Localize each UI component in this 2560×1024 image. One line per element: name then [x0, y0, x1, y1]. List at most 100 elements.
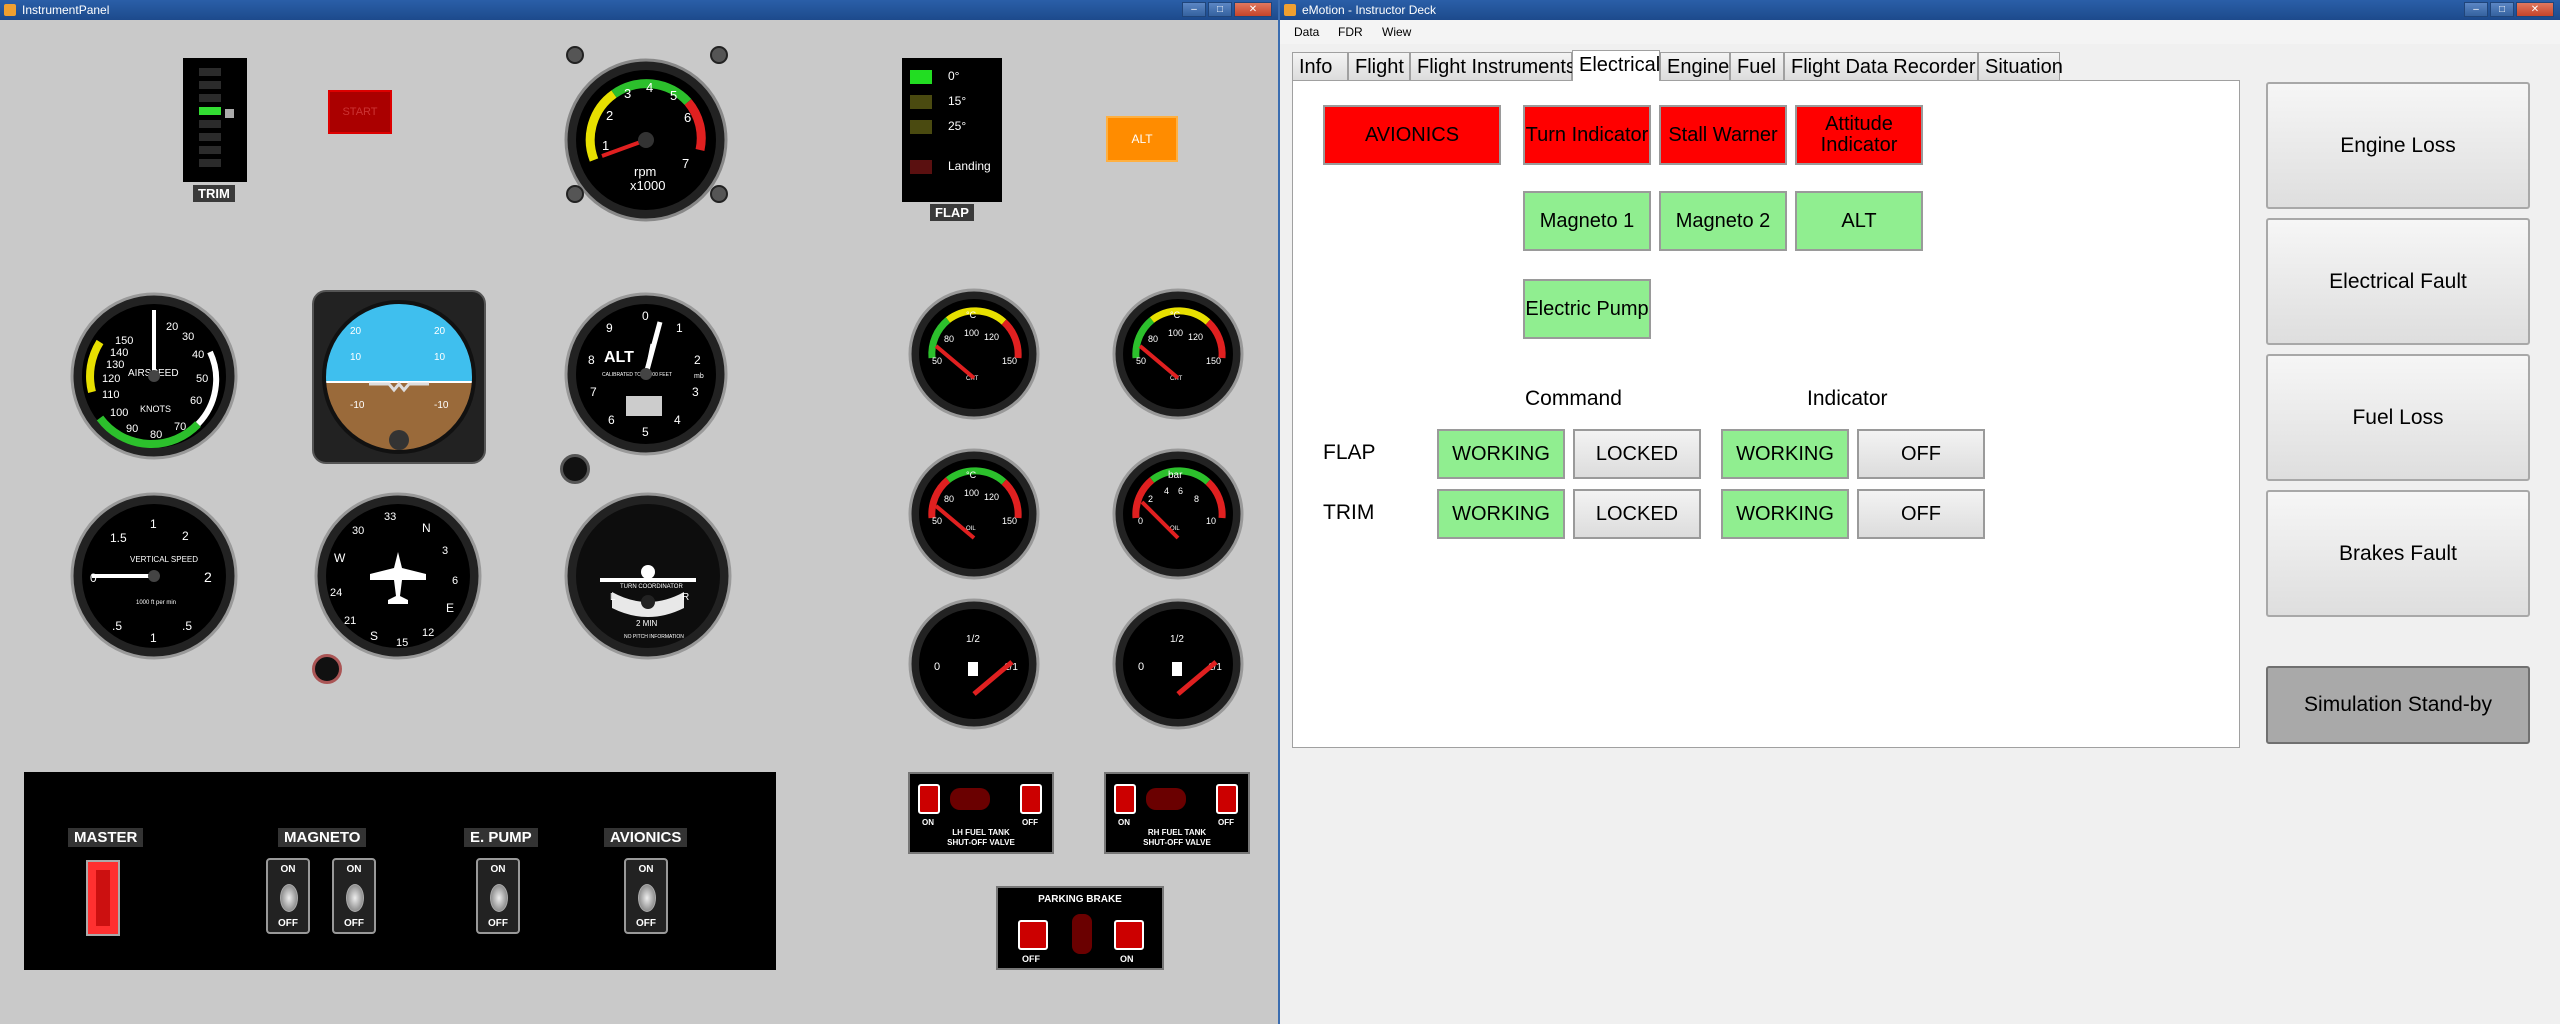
rpm-tick-3: 3 [624, 86, 631, 101]
attitude-indicator-fault-button[interactable]: Attitude Indicator [1795, 105, 1923, 165]
asi-tick: 40 [192, 349, 204, 361]
tab-engine[interactable]: Engine [1660, 52, 1730, 80]
flap-0: 0° [948, 69, 960, 83]
tab-fuel[interactable]: Fuel [1730, 52, 1784, 80]
valve-lamp [1146, 788, 1186, 810]
lh-fuel-valve[interactable]: ON OFF LH FUEL TANK SHUT-OFF VALVE [908, 772, 1054, 854]
instrument-panel: TRIM START 1 2 3 4 5 6 7 rpm x1000 0° 15… [0, 20, 1278, 1024]
magneto-switch-1[interactable]: ON OFF [266, 858, 310, 934]
flap-25: 25° [948, 119, 967, 133]
rh-fuel-valve[interactable]: ON OFF RH FUEL TANK SHUT-OFF VALVE [1104, 772, 1250, 854]
cht-gauge-1: °C 50 80 100 120 150 CHT [908, 288, 1040, 420]
fuel-gauge-right: 0 1/2 1/1 [1112, 598, 1244, 730]
rh-valve-off: OFF [1218, 818, 1234, 827]
alt-button[interactable]: ALT [1795, 191, 1923, 251]
flap-indicator[interactable]: 0° 15° 25° Landing [902, 58, 1002, 202]
epump-label: E. PUMP [464, 828, 538, 847]
altimeter-knob[interactable] [560, 454, 590, 484]
svg-text:120: 120 [984, 332, 999, 342]
screw-icon [710, 46, 728, 64]
tab-info[interactable]: Info [1292, 52, 1348, 80]
trim-indicator-off-button[interactable]: OFF [1857, 489, 1985, 539]
svg-text:N: N [422, 521, 431, 535]
close-button[interactable]: ✕ [1234, 2, 1272, 17]
vertical-speed-indicator: 1 2 2 .5 1 .5 0 1.5 VERTICAL SPEED 1000 … [70, 492, 238, 660]
flap-indicator-working-button[interactable]: WORKING [1721, 429, 1849, 479]
svg-text:0: 0 [934, 661, 940, 673]
instructor-deck-window: eMotion - Instructor Deck – □ ✕ Data FDR… [1280, 0, 2560, 1024]
trim-command-locked-button[interactable]: LOCKED [1573, 489, 1701, 539]
flap-command-locked-button[interactable]: LOCKED [1573, 429, 1701, 479]
minimize-button[interactable]: – [2464, 2, 2488, 17]
svg-text:100: 100 [964, 488, 979, 498]
svg-text:15: 15 [396, 637, 408, 649]
vsi-sub: 1000 ft per min [136, 600, 176, 606]
engine-loss-button[interactable]: Engine Loss [2266, 82, 2530, 209]
tab-flight-instruments[interactable]: Flight Instruments [1410, 52, 1576, 80]
avionics-switch[interactable]: ON OFF [624, 858, 668, 934]
alt-title: ALT [604, 349, 634, 366]
magneto1-button[interactable]: Magneto 1 [1523, 191, 1651, 251]
svg-text:120: 120 [984, 492, 999, 502]
svg-text:2: 2 [1148, 494, 1153, 504]
rpm-tick-5: 5 [670, 88, 677, 103]
menu-fdr[interactable]: FDR [1338, 25, 1363, 39]
parking-brake-title: PARKING BRAKE [1038, 894, 1122, 905]
tab-flight[interactable]: Flight [1348, 52, 1410, 80]
epump-switch[interactable]: ON OFF [476, 858, 520, 934]
close-button[interactable]: ✕ [2516, 2, 2554, 17]
stall-warner-fault-button[interactable]: Stall Warner [1659, 105, 1787, 165]
lh-valve-off: OFF [1022, 818, 1038, 827]
asi-unit: KNOTS [140, 404, 171, 414]
rh-valve-line2: SHUT-OFF VALVE [1143, 838, 1211, 847]
tab-electrical[interactable]: Electrical [1572, 50, 1660, 81]
trim-command-working-button[interactable]: WORKING [1437, 489, 1565, 539]
trim-indicator-working-button[interactable]: WORKING [1721, 489, 1849, 539]
maximize-button[interactable]: □ [1208, 2, 1232, 17]
menu-data[interactable]: Data [1294, 25, 1319, 39]
minimize-button[interactable]: – [1182, 2, 1206, 17]
heading-knob[interactable] [312, 654, 342, 684]
instrument-panel-titlebar[interactable]: InstrumentPanel – □ ✕ [0, 0, 1278, 20]
parking-brake[interactable]: PARKING BRAKE OFF ON [996, 886, 1164, 970]
instructor-deck-titlebar[interactable]: eMotion - Instructor Deck – □ ✕ [1280, 0, 2560, 20]
flap-indicator-off-button[interactable]: OFF [1857, 429, 1985, 479]
svg-text:6: 6 [608, 413, 615, 427]
svg-text:2: 2 [694, 353, 701, 367]
brakes-fault-button[interactable]: Brakes Fault [2266, 490, 2530, 617]
asi-tick: 140 [110, 347, 128, 359]
rpm-tick-1: 1 [602, 138, 609, 153]
altimeter: 0 1 2 3 4 5 6 7 8 9 ALT CALIBRATED TO 20… [564, 292, 728, 456]
rpm-tick-6: 6 [684, 110, 691, 125]
tab-flight-data-recorder[interactable]: Flight Data Recorder [1784, 52, 1978, 80]
avionics-label: AVIONICS [604, 828, 688, 847]
flap-15: 15° [948, 94, 967, 108]
svg-text:6: 6 [1178, 486, 1183, 496]
simulation-standby-button[interactable]: Simulation Stand-by [2266, 666, 2530, 744]
att-tick: -10 [350, 400, 365, 411]
svg-text:100: 100 [964, 328, 979, 338]
electrical-tab-panel: AVIONICS Turn Indicator Stall Warner Att… [1292, 80, 2240, 748]
rpm-unit: rpm [634, 164, 656, 179]
electric-pump-button[interactable]: Electric Pump [1523, 279, 1651, 339]
avionics-fault-button[interactable]: AVIONICS [1323, 105, 1501, 165]
svg-text:°C: °C [966, 470, 977, 480]
svg-text:W: W [334, 551, 346, 565]
master-switch[interactable] [86, 860, 120, 936]
magneto-switch-2[interactable]: ON OFF [332, 858, 376, 934]
menu-wiew[interactable]: Wiew [1382, 25, 1411, 39]
svg-text:1/2: 1/2 [1170, 634, 1184, 645]
tc-title: TURN COORDINATOR [620, 584, 683, 590]
screw-icon [710, 185, 728, 203]
turn-indicator-fault-button[interactable]: Turn Indicator [1523, 105, 1651, 165]
fuel-loss-button[interactable]: Fuel Loss [2266, 354, 2530, 481]
tab-situation[interactable]: Situation [1978, 52, 2063, 80]
maximize-button[interactable]: □ [2490, 2, 2514, 17]
indicator-header: Indicator [1807, 387, 1888, 410]
electrical-fault-button[interactable]: Electrical Fault [2266, 218, 2530, 345]
tc-sub: 2 MIN [636, 619, 658, 628]
magneto2-button[interactable]: Magneto 2 [1659, 191, 1787, 251]
airspeed-indicator: 150 140 130 120 110 100 90 80 70 60 50 4… [70, 292, 238, 460]
trim-indicator[interactable] [183, 58, 247, 182]
flap-command-working-button[interactable]: WORKING [1437, 429, 1565, 479]
